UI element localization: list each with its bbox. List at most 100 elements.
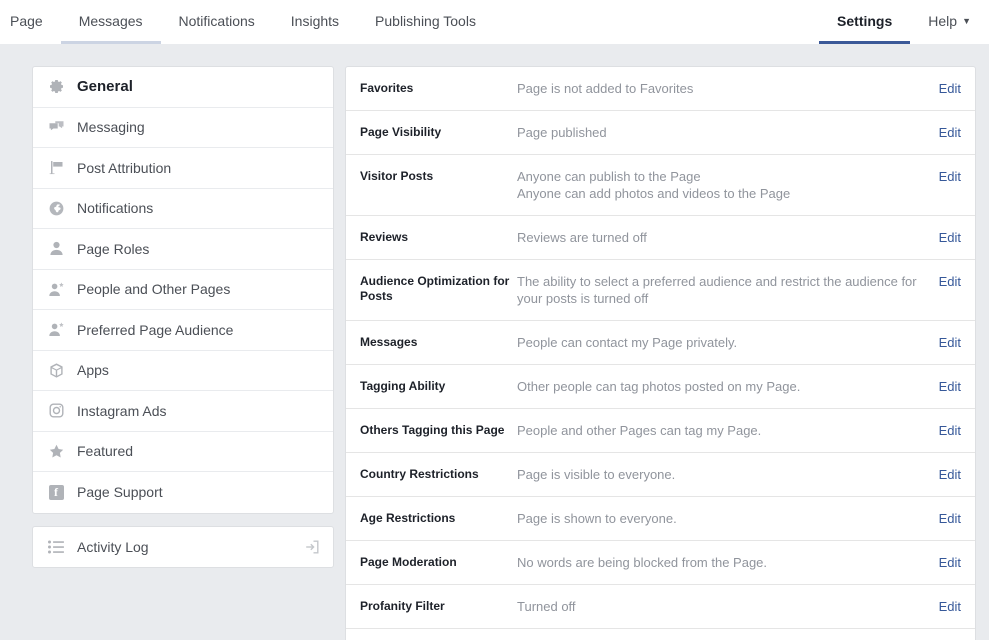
sidebar-item-label: Notifications	[77, 200, 321, 216]
sidebar-item-people-and-other-pages[interactable]: People and Other Pages	[33, 270, 333, 311]
top-nav-right-tabs: SettingsHelp▼	[819, 0, 989, 44]
sidebar-item-apps[interactable]: Apps	[33, 351, 333, 392]
sidebar-item-notifications[interactable]: Notifications	[33, 189, 333, 230]
list-icon	[47, 538, 65, 556]
setting-value: People and other Pages can tag my Page.	[517, 422, 939, 439]
sidebar-item-page-roles[interactable]: Page Roles	[33, 229, 333, 270]
setting-label: Page Visibility	[360, 124, 517, 140]
settings-row: Page VisibilityPage published Edit	[346, 111, 975, 155]
setting-label: Tagging Ability	[360, 378, 517, 394]
setting-value-line: Page is visible to everyone.	[517, 466, 925, 483]
page-body: General Messaging Post Attribution Notifica…	[0, 44, 989, 640]
settings-row: Page ModerationNo words are being blocke…	[346, 541, 975, 585]
setting-value-line: Anyone can add photos and videos to the …	[517, 185, 925, 202]
sidebar-item-label: General	[77, 78, 321, 95]
setting-value-line: The ability to select a preferred audien…	[517, 273, 925, 307]
setting-label: Audience Optimization for Posts	[360, 273, 517, 304]
sidebar-item-general[interactable]: General	[33, 67, 333, 108]
setting-value: Reviews are turned off	[517, 229, 939, 246]
setting-value-line: Other people can tag photos posted on my…	[517, 378, 925, 395]
facebook-icon: f	[47, 483, 65, 501]
nav-tab-label: Page	[10, 13, 43, 29]
nav-tab-label: Insights	[291, 13, 339, 29]
nav-tab-insights[interactable]: Insights	[273, 0, 357, 44]
general-settings-content: FavoritesPage is not added to Favorites E…	[345, 66, 976, 640]
edit-link[interactable]: Edit	[939, 378, 961, 395]
setting-label: Visitor Posts	[360, 168, 517, 184]
settings-row: Similar Page SuggestionsChoose whether y…	[346, 629, 975, 640]
edit-link[interactable]: Edit	[939, 554, 961, 571]
setting-value-line: Turned off	[517, 598, 925, 615]
settings-row: FavoritesPage is not added to Favorites E…	[346, 67, 975, 111]
edit-link[interactable]: Edit	[939, 124, 961, 141]
gear-icon	[47, 78, 65, 96]
setting-value-line: People can contact my Page privately.	[517, 334, 925, 351]
setting-label: Country Restrictions	[360, 466, 517, 482]
sidebar-item-label: Page Roles	[77, 241, 321, 257]
sidebar-item-label: Featured	[77, 443, 321, 459]
setting-value: People can contact my Page privately.	[517, 334, 939, 351]
sidebar-item-label: Activity Log	[77, 539, 303, 555]
settings-row: Profanity FilterTurned offEdit	[346, 585, 975, 629]
instagram-icon	[47, 402, 65, 420]
nav-tab-help[interactable]: Help▼	[910, 0, 989, 44]
edit-link[interactable]: Edit	[939, 334, 961, 351]
settings-row: Tagging AbilityOther people can tag phot…	[346, 365, 975, 409]
sidebar-item-label: People and Other Pages	[77, 281, 321, 297]
star-icon	[47, 442, 65, 460]
sidebar-item-featured[interactable]: Featured	[33, 432, 333, 473]
chat-bubbles-icon	[47, 118, 65, 136]
setting-value: Page is shown to everyone.	[517, 510, 939, 527]
setting-value-line: Page published	[517, 124, 925, 141]
sidebar-item-preferred-page-audience[interactable]: Preferred Page Audience	[33, 310, 333, 351]
edit-link[interactable]: Edit	[939, 80, 961, 97]
edit-link[interactable]: Edit	[939, 422, 961, 439]
nav-tab-page[interactable]: Page	[0, 0, 61, 44]
edit-link[interactable]: Edit	[939, 273, 961, 290]
setting-label: Reviews	[360, 229, 517, 245]
sidebar-item-instagram-ads[interactable]: Instagram Ads	[33, 391, 333, 432]
edit-link[interactable]: Edit	[939, 229, 961, 246]
setting-value: Turned off	[517, 598, 939, 615]
settings-row: MessagesPeople can contact my Page priva…	[346, 321, 975, 365]
setting-value-line: Page is shown to everyone.	[517, 510, 925, 527]
edit-link[interactable]: Edit	[939, 168, 961, 185]
settings-list-card: FavoritesPage is not added to Favorites E…	[345, 66, 976, 640]
edit-link[interactable]: Edit	[939, 466, 961, 483]
setting-value: Anyone can publish to the PageAnyone can…	[517, 168, 939, 202]
setting-value: Page is not added to Favorites	[517, 80, 939, 97]
settings-row: Visitor PostsAnyone can publish to the P…	[346, 155, 975, 216]
sidebar-item-page-support[interactable]: fPage Support	[33, 472, 333, 513]
nav-tab-messages[interactable]: Messages	[61, 0, 161, 44]
nav-tab-settings[interactable]: Settings	[819, 0, 910, 44]
sidebar-item-label: Messaging	[77, 119, 321, 135]
edit-link[interactable]: Edit	[939, 510, 961, 527]
sidebar-item-post-attribution[interactable]: Post Attribution	[33, 148, 333, 189]
nav-tab-publishing-tools[interactable]: Publishing Tools	[357, 0, 494, 44]
person-icon	[47, 240, 65, 258]
setting-value-line: Anyone can publish to the Page	[517, 168, 925, 185]
facebook-f-glyph: f	[49, 485, 64, 500]
nav-tab-label: Publishing Tools	[375, 13, 476, 29]
setting-value: Page is visible to everyone.	[517, 466, 939, 483]
open-external-icon[interactable]	[303, 538, 321, 556]
edit-link[interactable]: Edit	[939, 598, 961, 615]
settings-row: Age RestrictionsPage is shown to everyon…	[346, 497, 975, 541]
sidebar-item-label: Instagram Ads	[77, 403, 321, 419]
top-nav-left-tabs: Page Messages Notifications Insights Publish…	[0, 0, 494, 44]
nav-tab-label: Notifications	[179, 13, 255, 29]
cube-icon	[47, 361, 65, 379]
setting-value: Other people can tag photos posted on my…	[517, 378, 939, 395]
setting-label: Age Restrictions	[360, 510, 517, 526]
activity-log-card: Activity Log	[32, 526, 334, 569]
nav-tab-label: Messages	[79, 13, 143, 29]
sidebar-item-activity-log[interactable]: Activity Log	[33, 527, 333, 568]
setting-value-line: Page is not added to Favorites	[517, 80, 925, 97]
flag-icon	[47, 159, 65, 177]
nav-tab-notifications[interactable]: Notifications	[161, 0, 273, 44]
person-star-icon	[47, 321, 65, 339]
top-navigation-bar: Page Messages Notifications Insights Publish…	[0, 0, 989, 44]
sidebar-item-messaging[interactable]: Messaging	[33, 108, 333, 149]
setting-value-line: Reviews are turned off	[517, 229, 925, 246]
setting-label: Favorites	[360, 80, 517, 96]
